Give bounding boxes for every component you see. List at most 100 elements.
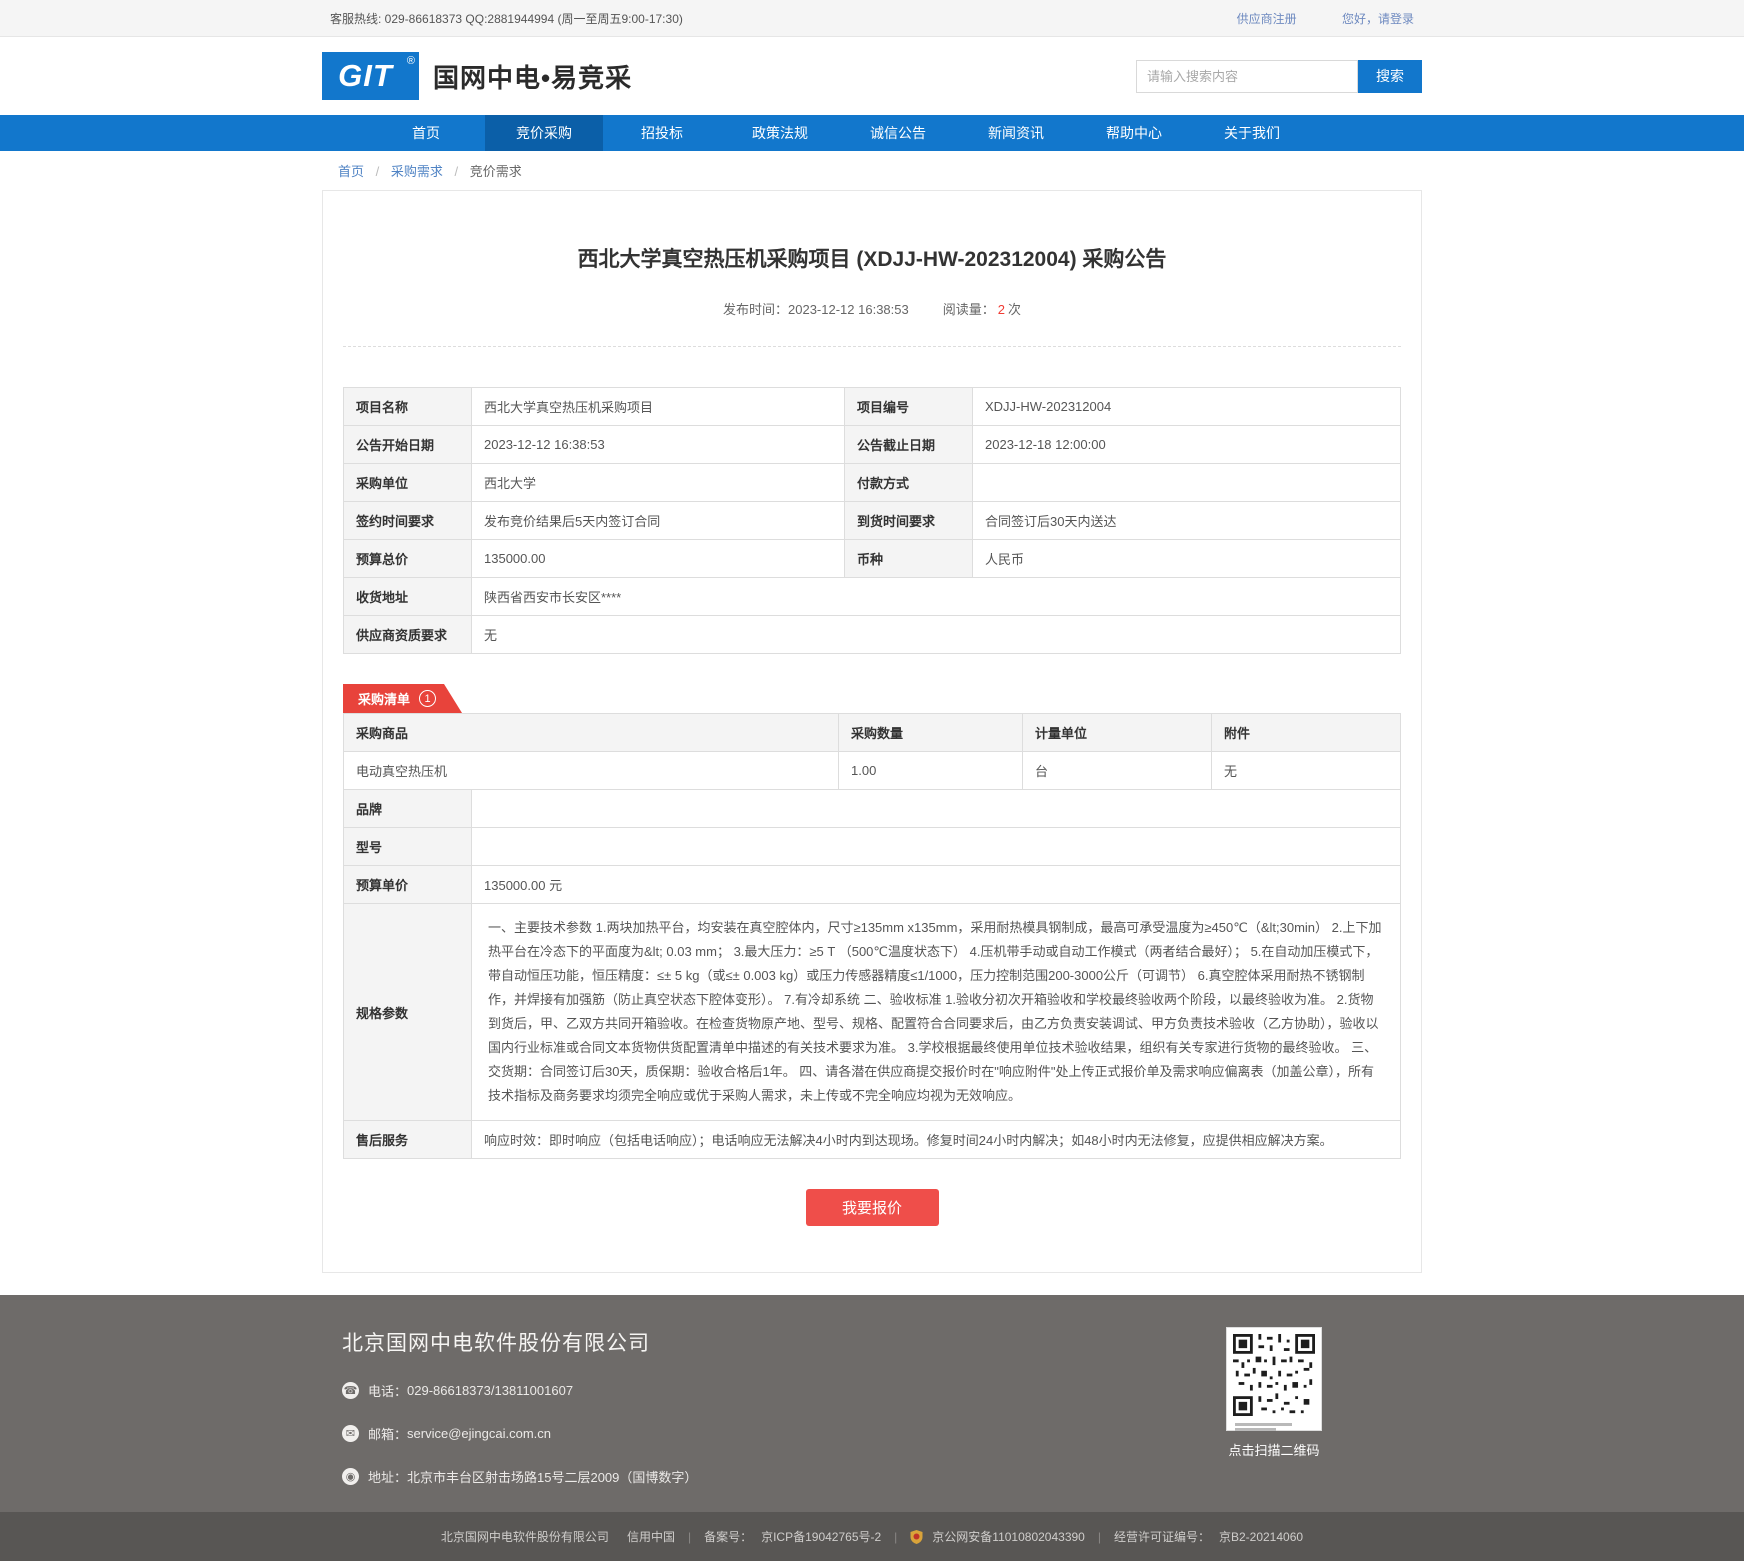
table-row: 预算单价 135000.00 元 (343, 865, 1401, 904)
phone-number: 029-86618373/13811001607 (407, 1383, 574, 1399)
product-quantity: 1.00 (838, 751, 1023, 790)
column-header-quantity: 采购数量 (838, 713, 1023, 752)
detail-label: 型号 (343, 827, 472, 866)
product-detail-table: 品牌 型号 预算单价 135000.00 元 规格参数 一、主要技术参数 1.两… (343, 789, 1401, 1160)
publish-time: 2023-12-12 16:38:53 (788, 302, 909, 317)
git-logo: GIT ® (322, 52, 419, 100)
location-icon: ◉ (342, 1468, 359, 1486)
detail-label: 规格参数 (343, 902, 472, 1122)
info-value: 无 (471, 615, 1401, 654)
column-header-product: 采购商品 (343, 713, 839, 752)
info-label: 项目编号 (844, 387, 973, 426)
column-header-attachment: 附件 (1211, 713, 1401, 752)
table-row: 采购单位 西北大学 付款方式 (343, 463, 1401, 502)
product-unit: 台 (1022, 751, 1212, 790)
nav-item-policy[interactable]: 政策法规 (721, 115, 839, 151)
nav-item-help[interactable]: 帮助中心 (1075, 115, 1193, 151)
police-record-link[interactable]: 京公网安备11010802043390 (932, 1528, 1085, 1545)
nav-item-integrity[interactable]: 诚信公告 (839, 115, 957, 151)
table-row: 公告开始日期 2023-12-12 16:38:53 公告截止日期 2023-1… (343, 425, 1401, 464)
credit-china-link[interactable]: 信用中国 (627, 1528, 675, 1545)
divider: | (1097, 1529, 1101, 1544)
detail-value (471, 827, 1401, 866)
info-value: 发布竞价结果后5天内签订合同 (471, 501, 845, 540)
table-row: 规格参数 一、主要技术参数 1.两块加热平台，均安装在真空腔体内，尺寸≥135m… (343, 902, 1401, 1122)
purchase-list-tag-label: 采购清单 (358, 692, 411, 707)
address-label: 地址： (368, 1470, 408, 1486)
budget-total-value: 135000.00 (471, 539, 845, 578)
breadcrumb: 首页 / 采购需求 / 竞价需求 (0, 151, 1744, 190)
breadcrumb-home[interactable]: 首页 (338, 164, 364, 179)
search-input[interactable] (1136, 59, 1358, 93)
info-value: 2023-12-18 12:00:00 (972, 425, 1401, 464)
info-label: 公告截止日期 (844, 425, 973, 464)
table-header-row: 采购商品 采购数量 计量单位 附件 (343, 713, 1401, 752)
site-logo[interactable]: GIT ® 国网中电•易竞采 (322, 52, 632, 100)
purchase-list-count-badge: 1 (419, 690, 436, 707)
icp-number-link[interactable]: 京ICP备19042765号-2 (761, 1528, 881, 1545)
qr-footer-text (1233, 1423, 1315, 1432)
views-count: 2 (997, 302, 1005, 317)
site-footer: 北京国网中电软件股份有限公司 ☎ 电话： 029-86618373/138110… (0, 1295, 1744, 1513)
mail-icon: ✉ (342, 1425, 359, 1443)
phone-label: 电话： (368, 1384, 408, 1400)
bottom-company: 北京国网中电软件股份有限公司 (440, 1530, 609, 1545)
logo-text: GIT (338, 58, 393, 93)
topbar-links: 供应商注册 您好，请登录 (1195, 10, 1414, 27)
info-value: 2023-12-12 16:38:53 (471, 425, 845, 464)
info-label: 币种 (844, 539, 973, 578)
after-sales-service: 响应时效：即时响应（包括电话响应）；电话响应无法解决4小时内到达现场。修复时间2… (471, 1120, 1401, 1160)
email-label: 邮箱： (368, 1427, 408, 1443)
divider: | (687, 1529, 692, 1544)
breadcrumb-current: 竞价需求 (469, 164, 522, 179)
footer-email-line: ✉ 邮箱： service@ejingcai.com.cn (342, 1424, 697, 1443)
budget-unit-price: 135000.00 元 (471, 865, 1401, 904)
license-label: 经营许可证编号： (1113, 1530, 1210, 1545)
detail-value (471, 789, 1401, 828)
icp-label: 备案号： (704, 1530, 753, 1545)
info-value: 西北大学真空热压机采购项目 (471, 387, 845, 426)
info-label: 付款方式 (844, 463, 973, 502)
table-row: 品牌 (343, 789, 1401, 828)
nav-item-bidding-purchase[interactable]: 竞价采购 (485, 115, 603, 151)
info-value: 人民币 (972, 539, 1401, 578)
license-number: 京B2-20214060 (1218, 1530, 1304, 1545)
nav-item-news[interactable]: 新闻资讯 (957, 115, 1075, 151)
phone-icon: ☎ (342, 1382, 359, 1400)
supplier-register-link[interactable]: 供应商注册 (1237, 12, 1297, 26)
nav-item-tender[interactable]: 招投标 (603, 115, 721, 151)
info-value: 陕西省西安市长安区**** (471, 577, 1401, 616)
qr-block: 点击扫描二维码 (1226, 1327, 1322, 1486)
info-value (972, 463, 1401, 502)
police-badge-icon (910, 1529, 923, 1544)
product-attachment: 无 (1211, 751, 1401, 790)
nav-item-about[interactable]: 关于我们 (1193, 115, 1311, 151)
divider: | (894, 1529, 898, 1544)
submit-quote-button[interactable]: 我要报价 (805, 1189, 939, 1227)
login-link[interactable]: 您好，请登录 (1342, 12, 1414, 26)
table-row: 预算总价 135000.00 币种 人民币 (343, 539, 1401, 578)
notice-card: 西北大学真空热压机采购项目 (XDJJ-HW-202312004) 采购公告 发… (322, 190, 1422, 1274)
info-label: 到货时间要求 (844, 501, 973, 540)
info-label: 采购单位 (343, 463, 472, 502)
top-utility-bar: 客服热线: 029-86618373 QQ:2881944994 (周一至周五9… (0, 0, 1744, 37)
site-header: GIT ® 国网中电•易竞采 搜索 (0, 37, 1744, 115)
footer-company-name: 北京国网中电软件股份有限公司 (342, 1332, 650, 1356)
nav-item-home[interactable]: 首页 (367, 115, 485, 151)
detail-label: 售后服务 (343, 1120, 472, 1160)
project-info-table: 项目名称 西北大学真空热压机采购项目 项目编号 XDJJ-HW-20231200… (343, 387, 1401, 654)
site-name: 国网中电•易竞采 (433, 62, 633, 93)
search-button[interactable]: 搜索 (1358, 59, 1422, 93)
info-label: 收货地址 (343, 577, 472, 616)
breadcrumb-purchase-demand[interactable]: 采购需求 (391, 164, 443, 179)
qr-code[interactable] (1226, 1327, 1322, 1432)
detail-label: 预算单价 (343, 865, 472, 904)
page-title: 西北大学真空热压机采购项目 (XDJJ-HW-202312004) 采购公告 (577, 248, 1167, 271)
views-unit: 次 (1007, 302, 1021, 317)
info-value: 合同签订后30天内送达 (972, 501, 1401, 540)
footer-phone-line: ☎ 电话： 029-86618373/13811001607 (342, 1381, 697, 1400)
copyright-bar: 北京国网中电软件股份有限公司 信用中国 | 备案号： 京ICP备19042765号… (0, 1512, 1744, 1561)
qr-code-image (1233, 1334, 1315, 1417)
table-row: 收货地址 陕西省西安市长安区**** (343, 577, 1401, 616)
info-value: 西北大学 (471, 463, 845, 502)
